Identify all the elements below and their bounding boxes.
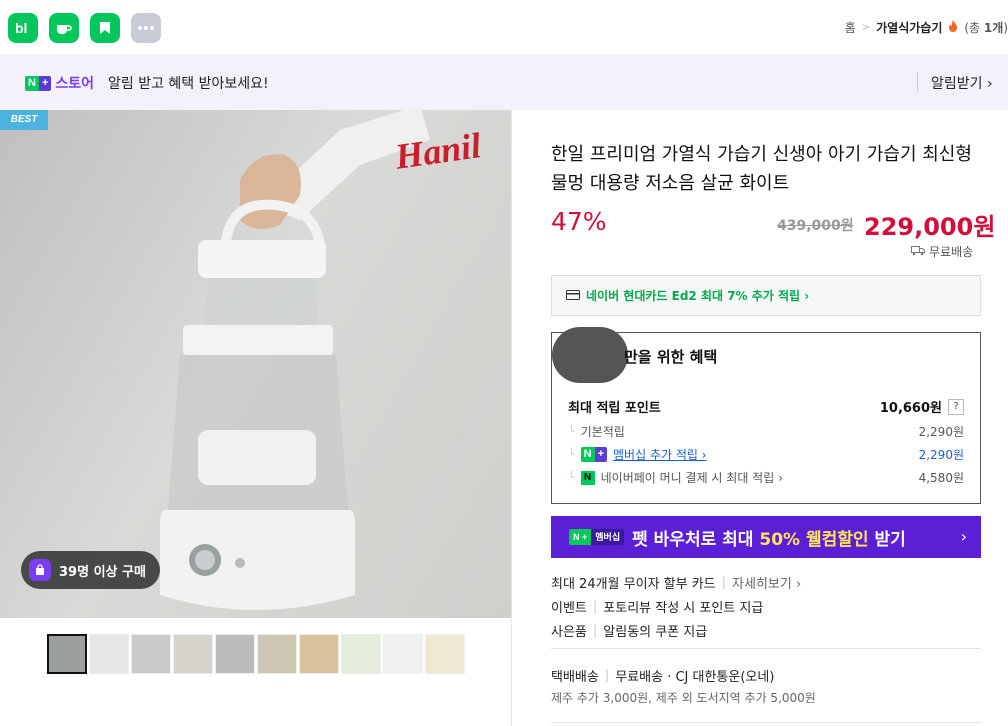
thumbnail[interactable] bbox=[257, 634, 297, 674]
cafe-app-icon[interactable] bbox=[49, 13, 79, 43]
truck-icon bbox=[911, 245, 925, 259]
subscribe-button[interactable]: 알림받기 › bbox=[931, 73, 993, 93]
redacted-username bbox=[552, 327, 628, 383]
installment-more-link[interactable]: 자세히보기 › bbox=[732, 573, 801, 592]
sale-price: 229,000원 bbox=[864, 213, 996, 241]
member-benefit-box: 만을 위한 혜택 최대 적립 포인트 10,660원 ? └ 기본적립 2,29… bbox=[551, 327, 981, 504]
tree-branch-icon: └ bbox=[568, 448, 575, 461]
delivery-row: 택배배송 | 무료배송 · CJ 대한통운(오네) bbox=[551, 668, 775, 685]
event-row: 이벤트 | 포토리뷰 작성 시 포인트 지급 bbox=[551, 599, 764, 616]
installment-text: 최대 24개월 무이자 할부 카드 bbox=[551, 577, 716, 592]
delivery-text: 무료배송 · CJ 대한통운(오네) bbox=[615, 670, 775, 685]
gift-label: 사은품 bbox=[551, 625, 587, 640]
pet-voucher-promo-banner[interactable]: N + 멤버십 펫 바우처로 최대 50% 웰컴할인 받기 › bbox=[551, 516, 981, 558]
fire-icon bbox=[948, 20, 958, 35]
npay-points-link[interactable]: 네이버페이 머니 결제 시 최대 적립 › bbox=[601, 469, 783, 486]
shopping-bag-icon bbox=[29, 559, 51, 581]
membership-badge: N + 멤버십 bbox=[569, 529, 625, 545]
help-icon[interactable]: ? bbox=[948, 398, 964, 415]
column-divider bbox=[511, 110, 512, 726]
buyers-count-badge: 39명 이상 구매 bbox=[21, 551, 160, 589]
thumbnail[interactable] bbox=[89, 634, 129, 674]
benefit-header: 만을 위한 혜택 bbox=[624, 348, 718, 366]
original-price: 439,000원 bbox=[777, 218, 854, 234]
breadcrumb-count: (총 1개) bbox=[964, 21, 1008, 35]
thumbnail[interactable] bbox=[425, 634, 465, 674]
delivery-extra-row: 제주 추가 3,000원, 제주 외 도서지역 추가 5,000원 bbox=[551, 689, 816, 706]
shipping-label: 무료배송 bbox=[929, 245, 974, 259]
more-apps-icon[interactable] bbox=[131, 13, 161, 43]
naver-plus-badge: N + bbox=[25, 75, 52, 91]
npay-points-row: └ N 네이버페이 머니 결제 시 최대 적립 › 4,580원 bbox=[568, 469, 964, 486]
tree-branch-icon: └ bbox=[568, 425, 575, 438]
product-title: 한일 프리미엄 가열식 가습기 신생아 아기 가습기 최신형 물멍 대용량 저소… bbox=[551, 144, 972, 194]
blog-app-icon[interactable]: bl bbox=[8, 13, 38, 43]
gift-row: 사은품 | 알림동의 쿠폰 지급 bbox=[551, 623, 708, 640]
product-main-image[interactable]: BEST Hanil bbox=[0, 110, 512, 618]
thumbnail-strip bbox=[47, 634, 465, 674]
basic-points-value: 2,290원 bbox=[918, 425, 964, 439]
gift-text: 알림동의 쿠폰 지급 bbox=[603, 625, 708, 640]
app-shortcuts: bl bbox=[8, 13, 161, 43]
npay-points-value: 4,580원 bbox=[918, 471, 964, 485]
thumbnail[interactable] bbox=[47, 634, 87, 674]
event-label: 이벤트 bbox=[551, 601, 587, 616]
discount-rate: 47% bbox=[551, 207, 607, 236]
naver-plus-store-logo: N + 스토어 bbox=[25, 73, 94, 93]
bookmark-app-icon[interactable] bbox=[90, 13, 120, 43]
naver-pay-icon: N bbox=[580, 470, 595, 485]
top-bar: bl 홈 > 가열식가습기 (총 1개) bbox=[0, 0, 1008, 54]
thumbnail[interactable] bbox=[131, 634, 171, 674]
basic-points-label: 기본적립 bbox=[580, 425, 625, 439]
svg-text:bl: bl bbox=[15, 20, 27, 36]
thumbnail[interactable] bbox=[299, 634, 339, 674]
delivery-extra-text: 제주 추가 3,000원, 제주 외 도서지역 추가 5,000원 bbox=[551, 691, 816, 705]
thumbnail[interactable] bbox=[383, 634, 423, 674]
thumbnail[interactable] bbox=[215, 634, 255, 674]
notice-divider bbox=[917, 72, 918, 92]
best-tag: BEST bbox=[0, 110, 48, 130]
buyers-count-text: 39명 이상 구매 bbox=[59, 564, 146, 580]
credit-card-icon bbox=[566, 289, 580, 303]
section-divider bbox=[551, 722, 981, 723]
breadcrumb-home[interactable]: 홈 bbox=[845, 19, 856, 36]
humidifier-illustration bbox=[160, 110, 430, 610]
chevron-right-icon: › bbox=[960, 527, 967, 546]
naver-plus-badge: N + bbox=[580, 447, 608, 462]
thumbnail[interactable] bbox=[173, 634, 213, 674]
shipping-info: 무료배송 bbox=[911, 243, 973, 260]
section-divider bbox=[551, 648, 981, 649]
breadcrumb-current[interactable]: 가열식가습기 bbox=[876, 19, 942, 36]
thumbnail[interactable] bbox=[341, 634, 381, 674]
basic-points-row: └ 기본적립 2,290원 bbox=[568, 423, 964, 440]
delivery-label: 택배배송 bbox=[551, 670, 599, 685]
membership-points-link[interactable]: 멤버십 추가 적립 › bbox=[613, 446, 707, 463]
installment-row: 최대 24개월 무이자 할부 카드 | 자세히보기 › bbox=[551, 573, 802, 592]
max-points-row: 최대 적립 포인트 10,660원 ? bbox=[568, 397, 964, 416]
card-offer-text: 네이버 현대카드 Ed2 최대 7% 추가 적립 › bbox=[586, 289, 810, 303]
notification-banner: N + 스토어 알림 받고 혜택 받아보세요! 알림받기 › bbox=[0, 54, 1008, 110]
max-points-value: 10,660원 bbox=[879, 401, 942, 416]
membership-points-row: └ N + 멤버십 추가 적립 › 2,290원 bbox=[568, 446, 964, 463]
tree-branch-icon: └ bbox=[568, 471, 575, 484]
card-offer[interactable]: 네이버 현대카드 Ed2 최대 7% 추가 적립 › bbox=[551, 275, 981, 316]
event-text: 포토리뷰 작성 시 포인트 지급 bbox=[603, 601, 764, 616]
breadcrumb: 홈 > 가열식가습기 (총 1개) bbox=[845, 19, 1008, 36]
membership-points-value: 2,290원 bbox=[918, 448, 964, 462]
store-label: 스토어 bbox=[55, 76, 95, 92]
max-points-label: 최대 적립 포인트 bbox=[568, 401, 661, 416]
notice-message: 알림 받고 혜택 받아보세요! bbox=[108, 76, 269, 92]
breadcrumb-separator-icon: > bbox=[861, 22, 871, 33]
promo-text: 펫 바우처로 최대 50% 웰컴할인 받기 bbox=[632, 529, 906, 550]
